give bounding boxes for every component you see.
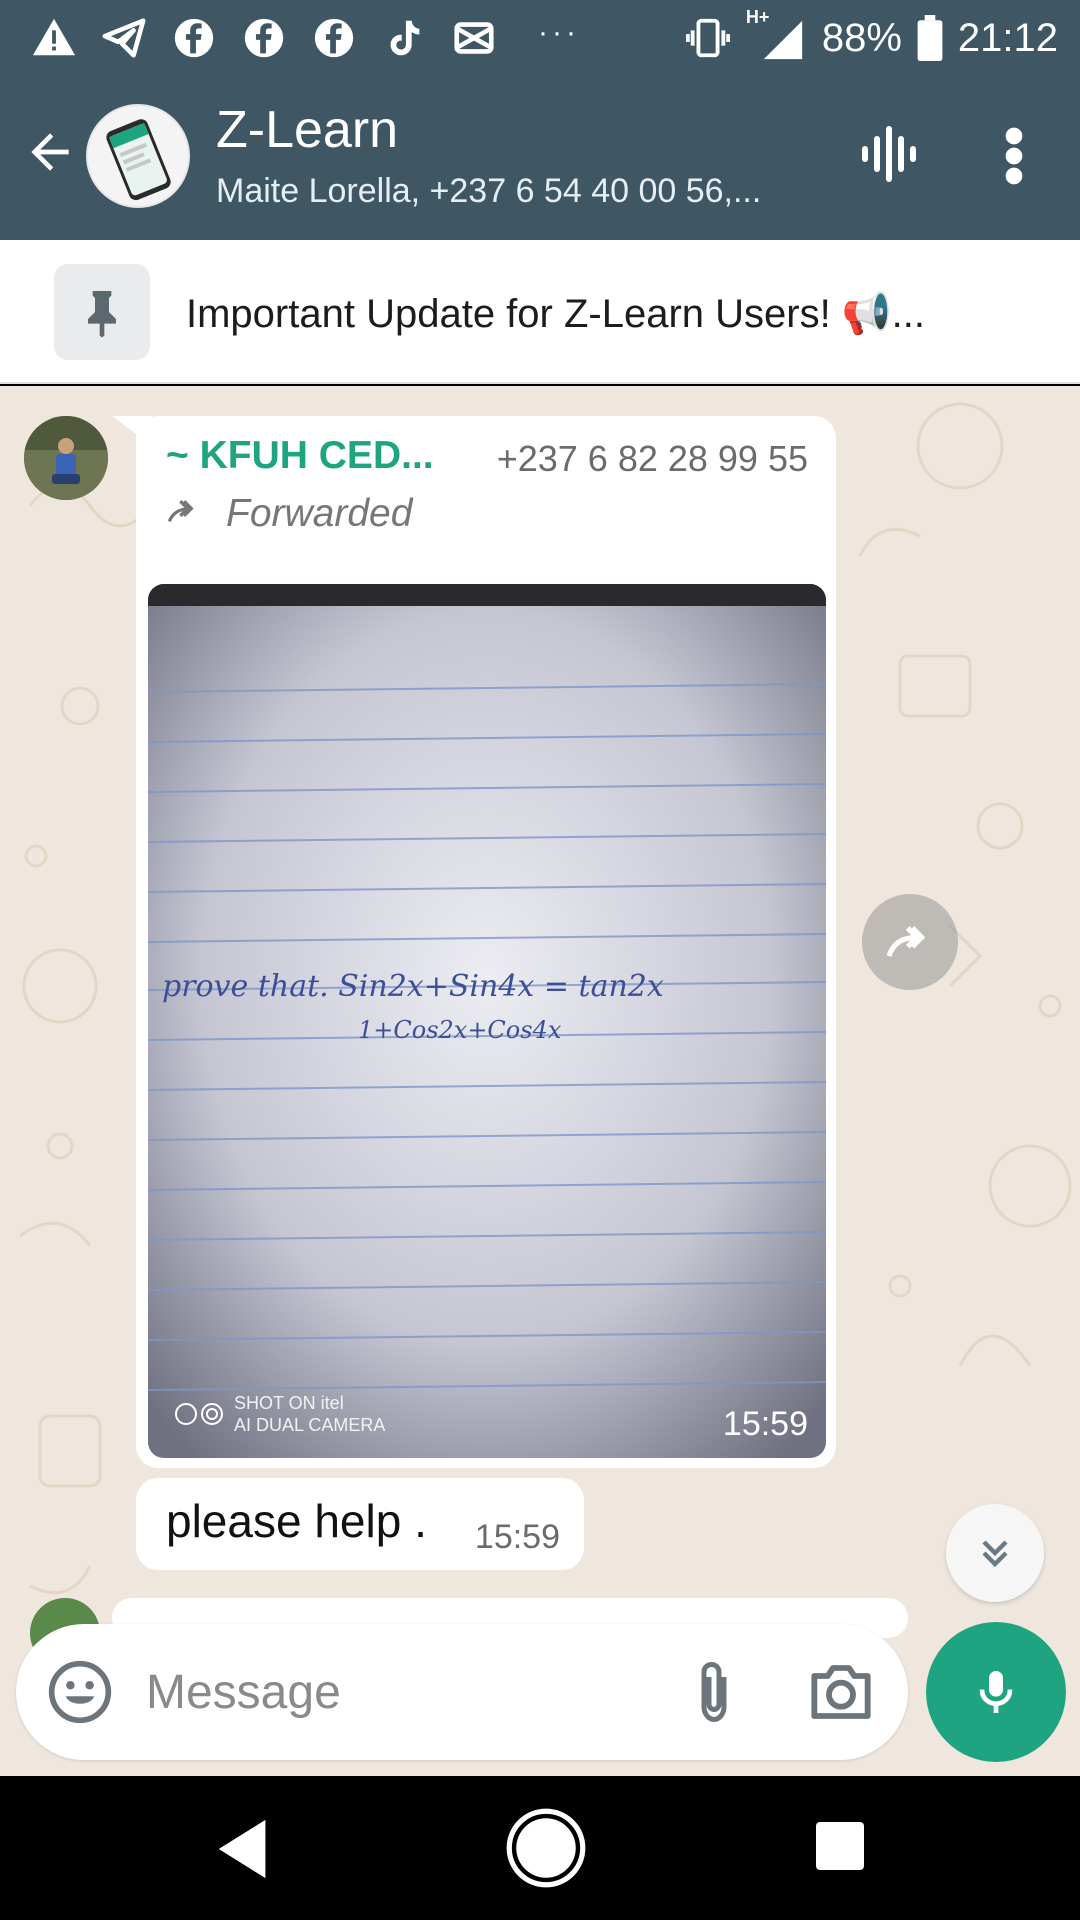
forwarded-text: Forwarded [226,492,413,535]
notebook-photo: prove that. Sin2x+Sin4x = tan2x 1+Cos2x+… [148,584,826,1458]
microphone-icon [979,1671,1013,1713]
nav-back-icon[interactable] [210,1814,280,1884]
message-input[interactable] [146,1654,666,1730]
camera-icon[interactable] [806,1660,876,1724]
signal-icon: H+ [746,7,808,63]
sender-avatar[interactable] [24,416,108,500]
pin-icon [54,264,150,360]
facebook-icon [168,12,220,64]
notification-overflow: ··· [538,16,580,49]
chat-area[interactable]: ~ KFUH CED... +237 6 82 28 99 55 Forward… [0,386,1080,1776]
battery-percent: 88% [821,15,902,60]
sender-phone: +237 6 82 28 99 55 [496,438,808,479]
warning-icon [28,12,80,64]
system-navigation-bar [0,1776,1080,1920]
scroll-to-bottom-button[interactable] [946,1504,1044,1602]
forward-icon [886,926,926,957]
voice-record-button[interactable] [926,1622,1066,1762]
text-message[interactable]: please help . 15:59 [136,1478,584,1570]
voice-chat-icon[interactable] [858,124,918,184]
camera-watermark: SHOT ON itel AI DUAL CAMERA [174,1392,385,1436]
vibrate-icon [685,18,730,58]
message-photo[interactable]: prove that. Sin2x+Sin4x = tan2x 1+Cos2x+… [148,584,826,1458]
photo-timestamp: 15:59 [722,1405,808,1443]
handwriting-line-2: 1+Cos2x+Cos4x [358,1016,562,1044]
nav-home-icon[interactable] [504,1806,588,1890]
facebook-icon [308,12,360,64]
nav-recents-icon[interactable] [816,1822,864,1870]
double-chevron-down-icon [982,1540,1008,1568]
facebook-icon [238,12,290,64]
forwarded-label: Forwarded [162,492,412,536]
forward-button[interactable] [862,894,958,990]
watermark-line-2: AI DUAL CAMERA [234,1415,386,1435]
dual-camera-icon [175,1403,223,1425]
message-composer [16,1624,908,1760]
pinned-message-text: Important Update for Z-Learn Users! 📢... [186,292,925,336]
forwarded-photo-message[interactable]: ~ KFUH CED... +237 6 82 28 99 55 Forward… [136,416,836,1468]
tiktok-icon [378,12,430,64]
chat-header: Z-Learn Maite Lorella, +237 6 54 40 00 5… [0,76,1080,240]
telegram-icon [98,12,150,64]
watermark-line-1: SHOT ON itel [234,1393,344,1413]
back-arrow-icon[interactable] [22,124,78,180]
chat-title[interactable]: Z-Learn [216,100,398,160]
battery-icon [917,15,943,61]
chat-participants[interactable]: Maite Lorella, +237 6 54 40 00 56,... [216,172,816,211]
paperclip-icon[interactable] [684,1656,744,1728]
message-text: please help . [166,1495,427,1547]
sender-name[interactable]: ~ KFUH CED... [166,434,434,478]
handwriting-line-1: prove that. Sin2x+Sin4x = tan2x [162,969,664,1004]
message-timestamp: 15:59 [474,1518,560,1556]
clock: 21:12 [957,15,1058,60]
more-options-icon[interactable] [996,126,1032,186]
capcut-icon [448,12,500,64]
forwarded-icon [167,499,194,523]
status-bar: ··· H+ 88% 21:12 [0,0,1080,76]
pinned-message-banner[interactable]: Important Update for Z-Learn Users! 📢... [0,240,1080,384]
emoji-icon[interactable] [46,1658,114,1726]
group-avatar[interactable] [86,104,190,208]
